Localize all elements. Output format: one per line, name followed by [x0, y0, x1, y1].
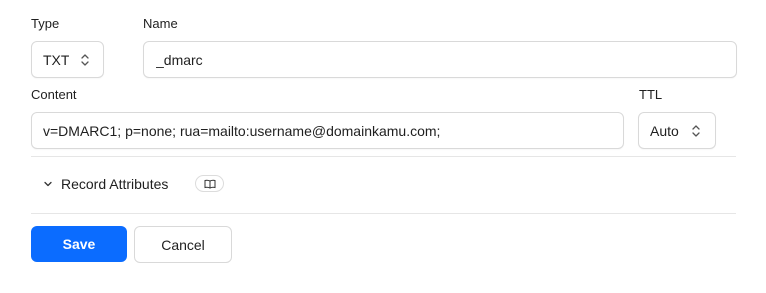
- updown-chevron-icon: [79, 53, 91, 67]
- record-attributes-toggle[interactable]: Record Attributes: [43, 174, 168, 194]
- ttl-label: TTL: [639, 87, 663, 102]
- ttl-select-value: Auto: [650, 122, 679, 139]
- divider: [31, 213, 736, 214]
- type-select-value: TXT: [43, 51, 70, 68]
- ttl-select[interactable]: Auto: [638, 112, 716, 149]
- type-select[interactable]: TXT: [31, 41, 104, 78]
- book-icon: [204, 179, 216, 189]
- name-input[interactable]: _dmarc: [143, 41, 737, 78]
- name-label: Name: [143, 16, 178, 31]
- chevron-down-icon: [43, 178, 55, 190]
- record-attributes-docs-button[interactable]: [195, 175, 224, 192]
- save-button[interactable]: Save: [31, 226, 127, 262]
- updown-chevron-icon: [690, 124, 702, 138]
- type-label: Type: [31, 16, 60, 31]
- content-input-value: v=DMARC1; p=none; rua=mailto:username@do…: [43, 122, 441, 139]
- record-attributes-label: Record Attributes: [61, 176, 169, 192]
- content-input[interactable]: v=DMARC1; p=none; rua=mailto:username@do…: [31, 112, 624, 149]
- content-label: Content: [31, 87, 77, 102]
- name-input-value: _dmarc: [156, 51, 203, 68]
- cancel-button[interactable]: Cancel: [134, 226, 232, 263]
- divider: [31, 156, 736, 157]
